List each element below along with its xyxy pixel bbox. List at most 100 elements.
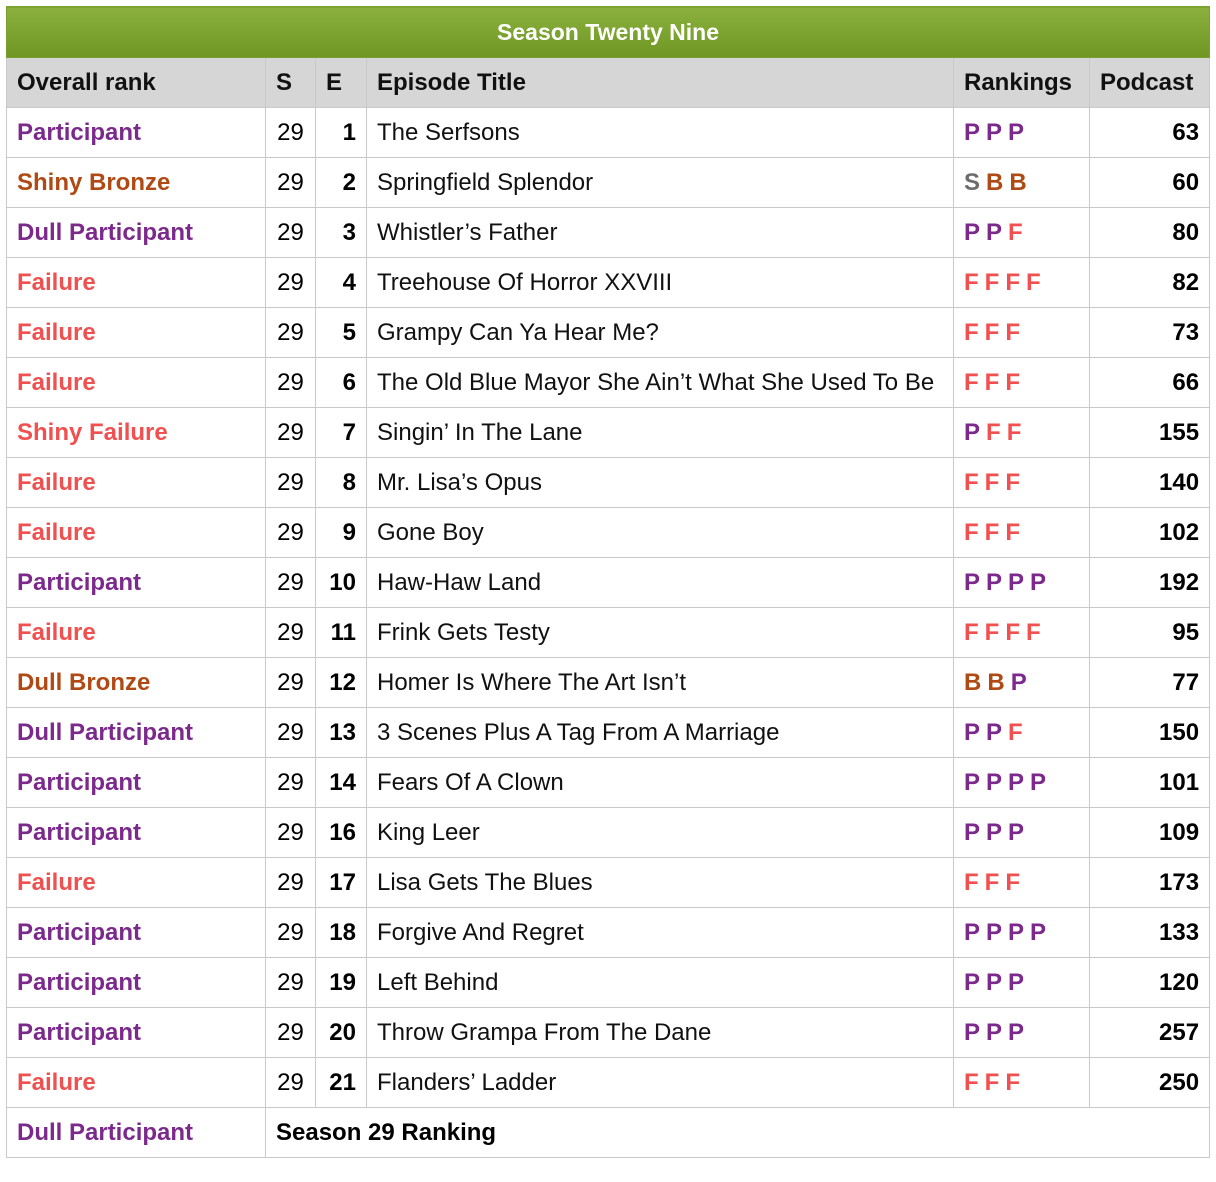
ranking-letter: P: [986, 918, 1003, 946]
episode-number-cell: 14: [315, 757, 367, 808]
podcast-cell: 95: [1088, 607, 1211, 658]
ranking-letter: P: [964, 118, 981, 146]
rankings-cell: PPPP: [953, 557, 1090, 608]
ranking-letter: F: [1006, 418, 1022, 446]
episode-number-cell: 4: [315, 257, 367, 308]
ranking-letter: F: [964, 468, 979, 496]
ranking-letter: P: [1008, 818, 1025, 846]
ranking-letter: F: [984, 518, 1000, 546]
summary-row: Dull Participant Season 29 Ranking: [6, 1107, 1211, 1158]
ranking-letter: P: [1030, 918, 1047, 946]
overall-rank-cell: Participant: [6, 757, 266, 808]
table-row: Failure 29 11 Frink Gets Testy F F F F 95: [6, 607, 1211, 658]
podcast-cell: 102: [1088, 507, 1211, 558]
season-cell: 29: [265, 357, 316, 408]
season-cell: 29: [265, 457, 316, 508]
overall-rank-cell: Participant: [6, 957, 266, 1008]
header-episode: E: [315, 57, 367, 108]
overall-rank-cell: Dull Participant: [6, 707, 266, 758]
ranking-letter: F: [984, 368, 1000, 396]
episode-number-cell: 18: [315, 907, 367, 958]
table-title: Season Twenty Nine: [5, 6, 1211, 58]
season-cell: 29: [265, 107, 316, 158]
episode-number-cell: 20: [315, 1007, 367, 1058]
episode-number-cell: 19: [315, 957, 367, 1008]
season-cell: 29: [265, 207, 316, 258]
podcast-cell: 73: [1088, 307, 1211, 358]
season-cell: 29: [265, 807, 316, 858]
rankings-cell: FFF: [953, 857, 1090, 908]
episode-title-cell: Gone Boy: [366, 507, 954, 558]
header-overall-rank: Overall rank: [6, 57, 266, 108]
rankings-cell: SBB: [953, 157, 1090, 208]
ranking-letter: F: [1008, 218, 1023, 246]
ranking-letter: F: [1026, 268, 1041, 296]
overall-rank-cell: Failure: [6, 457, 266, 508]
rankings-cell: PPP: [953, 1007, 1090, 1058]
ranking-letter: F: [1005, 1068, 1021, 1096]
table-row: Participant 29 18 Forgive And Regret P P P P 133: [6, 907, 1211, 958]
overall-rank-cell: Dull Bronze: [6, 657, 266, 708]
season-cell: 29: [265, 857, 316, 908]
ranking-letter: P: [964, 418, 981, 446]
season-cell: 29: [265, 157, 316, 208]
podcast-cell: 150: [1088, 707, 1211, 758]
episode-title-cell: Singin’ In The Lane: [366, 407, 954, 458]
ranking-letter: P: [964, 768, 981, 796]
podcast-cell: 80: [1088, 207, 1211, 258]
episode-number-cell: 11: [315, 607, 367, 658]
table-row: Dull Bronze 29 12 Homer Is Where The Art Is…: [6, 657, 1211, 708]
season-cell: 29: [265, 1007, 316, 1058]
episode-number-cell: 1: [315, 107, 367, 158]
podcast-cell: 109: [1088, 807, 1211, 858]
episode-title-cell: Fears Of A Clown: [366, 757, 954, 808]
season-cell: 29: [265, 607, 316, 658]
season-cell: 29: [265, 557, 316, 608]
overall-rank-cell: Failure: [6, 1057, 266, 1108]
header-podcast: Podcast: [1088, 57, 1211, 108]
ranking-letter: F: [964, 518, 979, 546]
episode-title-cell: Mr. Lisa’s Opus: [366, 457, 954, 508]
episode-number-cell: 12: [315, 657, 367, 708]
ranking-letter: P: [964, 218, 981, 246]
table-row: Failure 29 21 Flanders’ Ladder F F F 250: [6, 1057, 1211, 1108]
season-overall-rank: Dull Participant: [6, 1107, 266, 1158]
ranking-letter: P: [1008, 1018, 1025, 1046]
season-cell: 29: [265, 307, 316, 358]
table-row: Participant 29 16 King Leer P P P 109: [6, 807, 1211, 858]
rankings-cell: PPF: [953, 207, 1090, 258]
rankings-cell: FFF: [953, 357, 1090, 408]
overall-rank-cell: Failure: [6, 307, 266, 358]
ranking-letter: P: [964, 968, 981, 996]
ranking-letter: P: [964, 818, 981, 846]
ranking-letter: P: [964, 718, 981, 746]
rankings-cell: FFFF: [953, 257, 1090, 308]
ranking-letter: P: [986, 718, 1003, 746]
ranking-letter: F: [984, 1068, 1000, 1096]
overall-rank-cell: Shiny Failure: [6, 407, 266, 458]
podcast-cell: 60: [1088, 157, 1211, 208]
ranking-letter: P: [964, 1018, 981, 1046]
overall-rank-cell: Failure: [6, 357, 266, 408]
ranking-letter: B: [1009, 168, 1027, 196]
ranking-letter: P: [986, 568, 1003, 596]
episode-number-cell: 10: [315, 557, 367, 608]
table-row: Failure 29 6 The Old Blue Mayor She Ain’t W…: [6, 357, 1211, 408]
episode-title-cell: Springfield Splendor: [366, 157, 954, 208]
episode-number-cell: 17: [315, 857, 367, 908]
ranking-letter: P: [1008, 118, 1025, 146]
episode-number-cell: 6: [315, 357, 367, 408]
episode-title-cell: Haw-Haw Land: [366, 557, 954, 608]
overall-rank-cell: Participant: [6, 1007, 266, 1058]
podcast-cell: 77: [1088, 657, 1211, 708]
ranking-letter: F: [964, 268, 979, 296]
season-table-container: Season Twenty Nine Overall rank S E Epis…: [5, 6, 1211, 1158]
episode-title-cell: Whistler’s Father: [366, 207, 954, 258]
rankings-cell: FFF: [953, 457, 1090, 508]
podcast-cell: 120: [1088, 957, 1211, 1008]
ranking-letter: F: [1005, 618, 1021, 646]
ranking-letter: F: [1005, 268, 1021, 296]
episode-title-cell: Treehouse Of Horror XXVIII: [366, 257, 954, 308]
table-row: Failure 29 5 Grampy Can Ya Hear Me? F F F 73: [6, 307, 1211, 358]
episode-number-cell: 2: [315, 157, 367, 208]
